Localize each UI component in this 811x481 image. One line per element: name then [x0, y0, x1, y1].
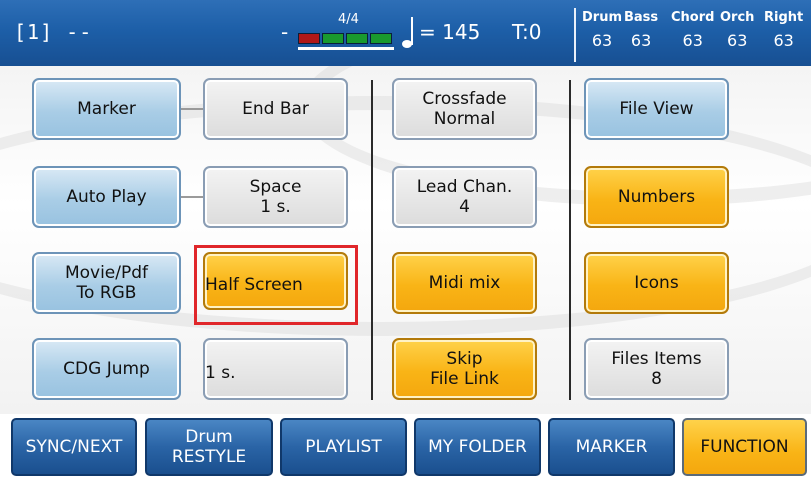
- skip-file-link-button[interactable]: Skip File Link: [392, 338, 537, 400]
- midi-mix-button[interactable]: Midi mix: [392, 252, 537, 314]
- highlight-frame: [194, 245, 358, 325]
- beat-1-indicator: [298, 33, 320, 44]
- tab-drum-restyle[interactable]: Drum RESTYLE: [145, 418, 273, 476]
- movie-pdf-to-rgb-button[interactable]: Movie/Pdf To RGB: [32, 252, 181, 314]
- tab-label-line2: RESTYLE: [171, 447, 247, 467]
- cdg-jump-button[interactable]: CDG Jump: [32, 338, 181, 400]
- tab-label-line1: Drum: [185, 426, 233, 447]
- beat-4-indicator: [370, 33, 392, 44]
- lead-channel-button[interactable]: Lead Chan. 4: [392, 166, 537, 228]
- status-separator: [574, 8, 576, 62]
- beat-2-indicator: [322, 33, 344, 44]
- mixer-label: Right: [764, 10, 804, 25]
- meter-underline: [298, 47, 394, 50]
- button-label-line1: Skip: [446, 348, 483, 369]
- button-label-line2: Normal: [433, 109, 496, 129]
- column-divider: [569, 80, 571, 400]
- auto-play-button[interactable]: Auto Play: [32, 166, 181, 228]
- beat-meter: 4/4: [298, 12, 398, 52]
- end-bar-button[interactable]: End Bar: [203, 78, 348, 140]
- status-dash: -: [281, 20, 289, 44]
- tab-playlist[interactable]: PLAYLIST: [280, 418, 407, 476]
- mixer-value: 63: [727, 31, 748, 50]
- numbers-button[interactable]: Numbers: [584, 166, 729, 228]
- beat-indicator: [298, 33, 392, 44]
- mixer-value: 63: [630, 31, 652, 50]
- icons-button[interactable]: Icons: [584, 252, 729, 314]
- status-bar: [1] -- - 4/4 = 145 T:0 Drum 63 Bass 63 C…: [0, 0, 811, 66]
- beat-3-indicator: [346, 33, 368, 44]
- mixer-bass: Bass 63: [624, 10, 658, 50]
- mixer-drum: Drum 63: [582, 10, 622, 50]
- autoplay-connector: [181, 196, 203, 198]
- files-items-button[interactable]: Files Items 8: [584, 338, 729, 400]
- crossfade-button[interactable]: Crossfade Normal: [392, 78, 537, 140]
- space-button[interactable]: Space 1 s.: [203, 166, 348, 228]
- button-label-line1: Movie/Pdf: [64, 262, 149, 283]
- one-second-button[interactable]: 1 s.: [203, 338, 348, 400]
- tab-sync-next[interactable]: SYNC/NEXT: [11, 418, 137, 476]
- button-label-line1: Space: [249, 176, 302, 197]
- mixer-label: Drum: [582, 10, 623, 25]
- mixer-value: 63: [682, 31, 703, 50]
- button-label-line2: 4: [459, 197, 470, 217]
- mixer-orch: Orch 63: [720, 10, 754, 50]
- column-divider: [371, 80, 373, 400]
- button-label-line2: To RGB: [76, 283, 137, 303]
- transpose-value: T:0: [512, 20, 542, 44]
- button-label-line1: Files Items: [611, 348, 702, 369]
- tab-marker[interactable]: MARKER: [548, 418, 675, 476]
- tab-my-folder[interactable]: MY FOLDER: [414, 418, 541, 476]
- time-signature: 4/4: [338, 12, 359, 27]
- mixer-value: 63: [591, 31, 613, 50]
- mixer-label: Orch: [720, 10, 755, 25]
- mixer-label: Bass: [624, 10, 659, 25]
- button-label-line1: Crossfade: [422, 88, 507, 109]
- file-view-button[interactable]: File View: [584, 78, 729, 140]
- mixer-value: 63: [773, 31, 794, 50]
- marker-button[interactable]: Marker: [32, 78, 181, 140]
- mixer-right: Right 63: [764, 10, 803, 50]
- tab-function[interactable]: FUNCTION: [682, 418, 807, 476]
- button-label-line2: File Link: [430, 369, 499, 389]
- mixer-label: Chord: [671, 10, 715, 25]
- function-panel: Marker Auto Play Movie/Pdf To RGB CDG Ju…: [0, 66, 811, 414]
- mixer-chord: Chord 63: [671, 10, 714, 50]
- button-label-line1: Lead Chan.: [416, 176, 513, 197]
- tempo-value: = 145: [419, 20, 481, 44]
- button-label-line2: 8: [651, 369, 662, 389]
- bottom-tab-bar: SYNC/NEXT Drum RESTYLE PLAYLIST MY FOLDE…: [0, 414, 811, 481]
- song-position: [1] --: [14, 20, 93, 44]
- button-label-line2: 1 s.: [260, 197, 291, 217]
- quarter-note-icon: [402, 17, 413, 48]
- marker-connector: [181, 108, 203, 110]
